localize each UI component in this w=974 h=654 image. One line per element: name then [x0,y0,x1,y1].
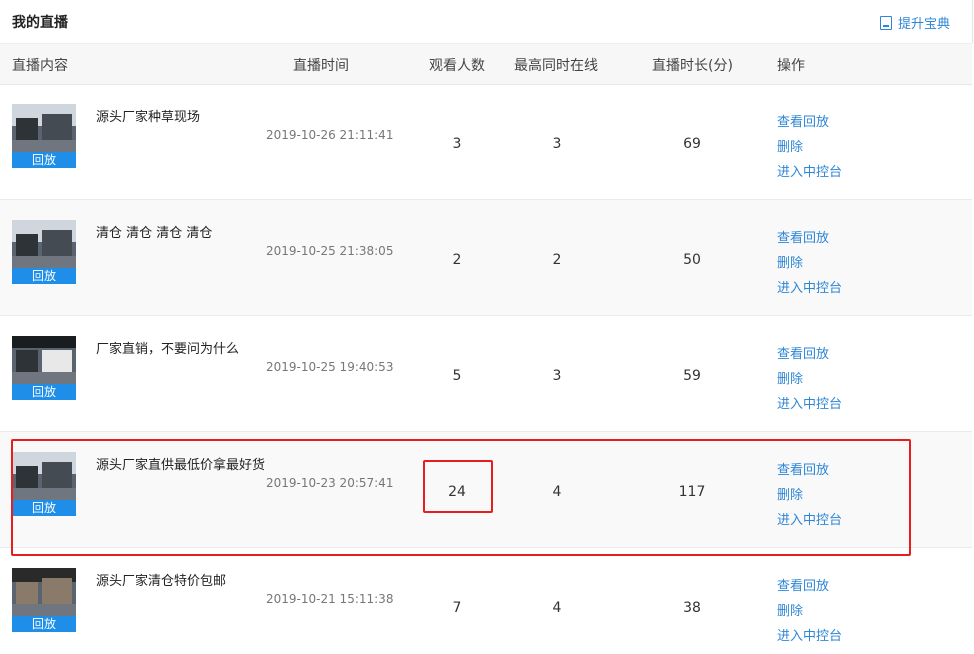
live-thumbnail[interactable]: 回放 [12,104,76,168]
live-title: 源头厂家种草现场 [96,110,201,125]
peak-online: 2 [552,252,562,268]
replay-badge[interactable]: 回放 [12,268,76,284]
console-link[interactable]: 进入中控台 [777,624,842,649]
table-row: 回放 厂家直销，不要问为什么 2019-10-25 19:40:53 5 3 5… [0,316,972,432]
col-time: 直播时间 [293,58,349,74]
console-link[interactable]: 进入中控台 [777,160,842,185]
col-duration: 直播时长(分) [652,58,733,74]
replay-badge[interactable]: 回放 [12,616,76,632]
peak-online: 3 [552,136,562,152]
row-actions: 查看回放 删除 进入中控台 [777,342,842,417]
duration-minutes: 69 [683,136,701,152]
delete-link[interactable]: 删除 [777,135,842,160]
view-replay-link[interactable]: 查看回放 [777,226,842,251]
viewers-count: 7 [452,600,462,616]
viewers-count: 3 [452,136,462,152]
tips-link[interactable]: 提升宝典 [879,13,950,32]
row-actions: 查看回放 删除 进入中控台 [777,110,842,185]
live-time: 2019-10-25 19:40:53 [266,360,394,374]
view-replay-link[interactable]: 查看回放 [777,574,842,599]
table-row: 回放 源头厂家种草现场 2019-10-26 21:11:41 3 3 69 查… [0,84,972,200]
highlight-viewers-box [423,460,493,513]
row-actions: 查看回放 删除 进入中控台 [777,226,842,301]
table-header: 直播内容 直播时间 观看人数 最高同时在线 直播时长(分) 操作 [0,43,972,85]
live-title: 清仓 清仓 清仓 清仓 [96,226,213,241]
live-time: 2019-10-26 21:11:41 [266,128,394,142]
replay-badge[interactable]: 回放 [12,384,76,400]
view-replay-link[interactable]: 查看回放 [777,110,842,135]
live-time: 2019-10-25 21:38:05 [266,244,394,258]
live-title: 源头厂家清仓特价包邮 [96,574,227,589]
view-replay-link[interactable]: 查看回放 [777,342,842,367]
peak-online: 4 [552,600,562,616]
live-thumbnail[interactable]: 回放 [12,220,76,284]
page-header: 我的直播 提升宝典 [0,0,973,43]
table-row: 回放 源头厂家清仓特价包邮 2019-10-21 15:11:38 7 4 38… [0,548,972,654]
row-actions: 查看回放 删除 进入中控台 [777,574,842,649]
live-time: 2019-10-21 15:11:38 [266,592,394,606]
viewers-count: 2 [452,252,462,268]
duration-minutes: 59 [683,368,701,384]
live-title: 厂家直销，不要问为什么 [96,342,240,357]
col-content: 直播内容 [12,58,68,74]
page-title: 我的直播 [12,15,68,31]
book-icon [879,15,892,30]
col-actions: 操作 [777,58,805,74]
peak-online: 3 [552,368,562,384]
delete-link[interactable]: 删除 [777,367,842,392]
viewers-count: 5 [452,368,462,384]
table-row: 回放 清仓 清仓 清仓 清仓 2019-10-25 21:38:05 2 2 5… [0,200,972,316]
col-peak: 最高同时在线 [514,58,598,74]
duration-minutes: 50 [683,252,701,268]
tips-link-label: 提升宝典 [897,17,950,32]
replay-badge[interactable]: 回放 [12,152,76,168]
delete-link[interactable]: 删除 [777,251,842,276]
delete-link[interactable]: 删除 [777,599,842,624]
col-viewers: 观看人数 [429,58,485,74]
console-link[interactable]: 进入中控台 [777,276,842,301]
console-link[interactable]: 进入中控台 [777,392,842,417]
live-thumbnail[interactable]: 回放 [12,336,76,400]
live-thumbnail[interactable]: 回放 [12,568,76,632]
duration-minutes: 38 [683,600,701,616]
